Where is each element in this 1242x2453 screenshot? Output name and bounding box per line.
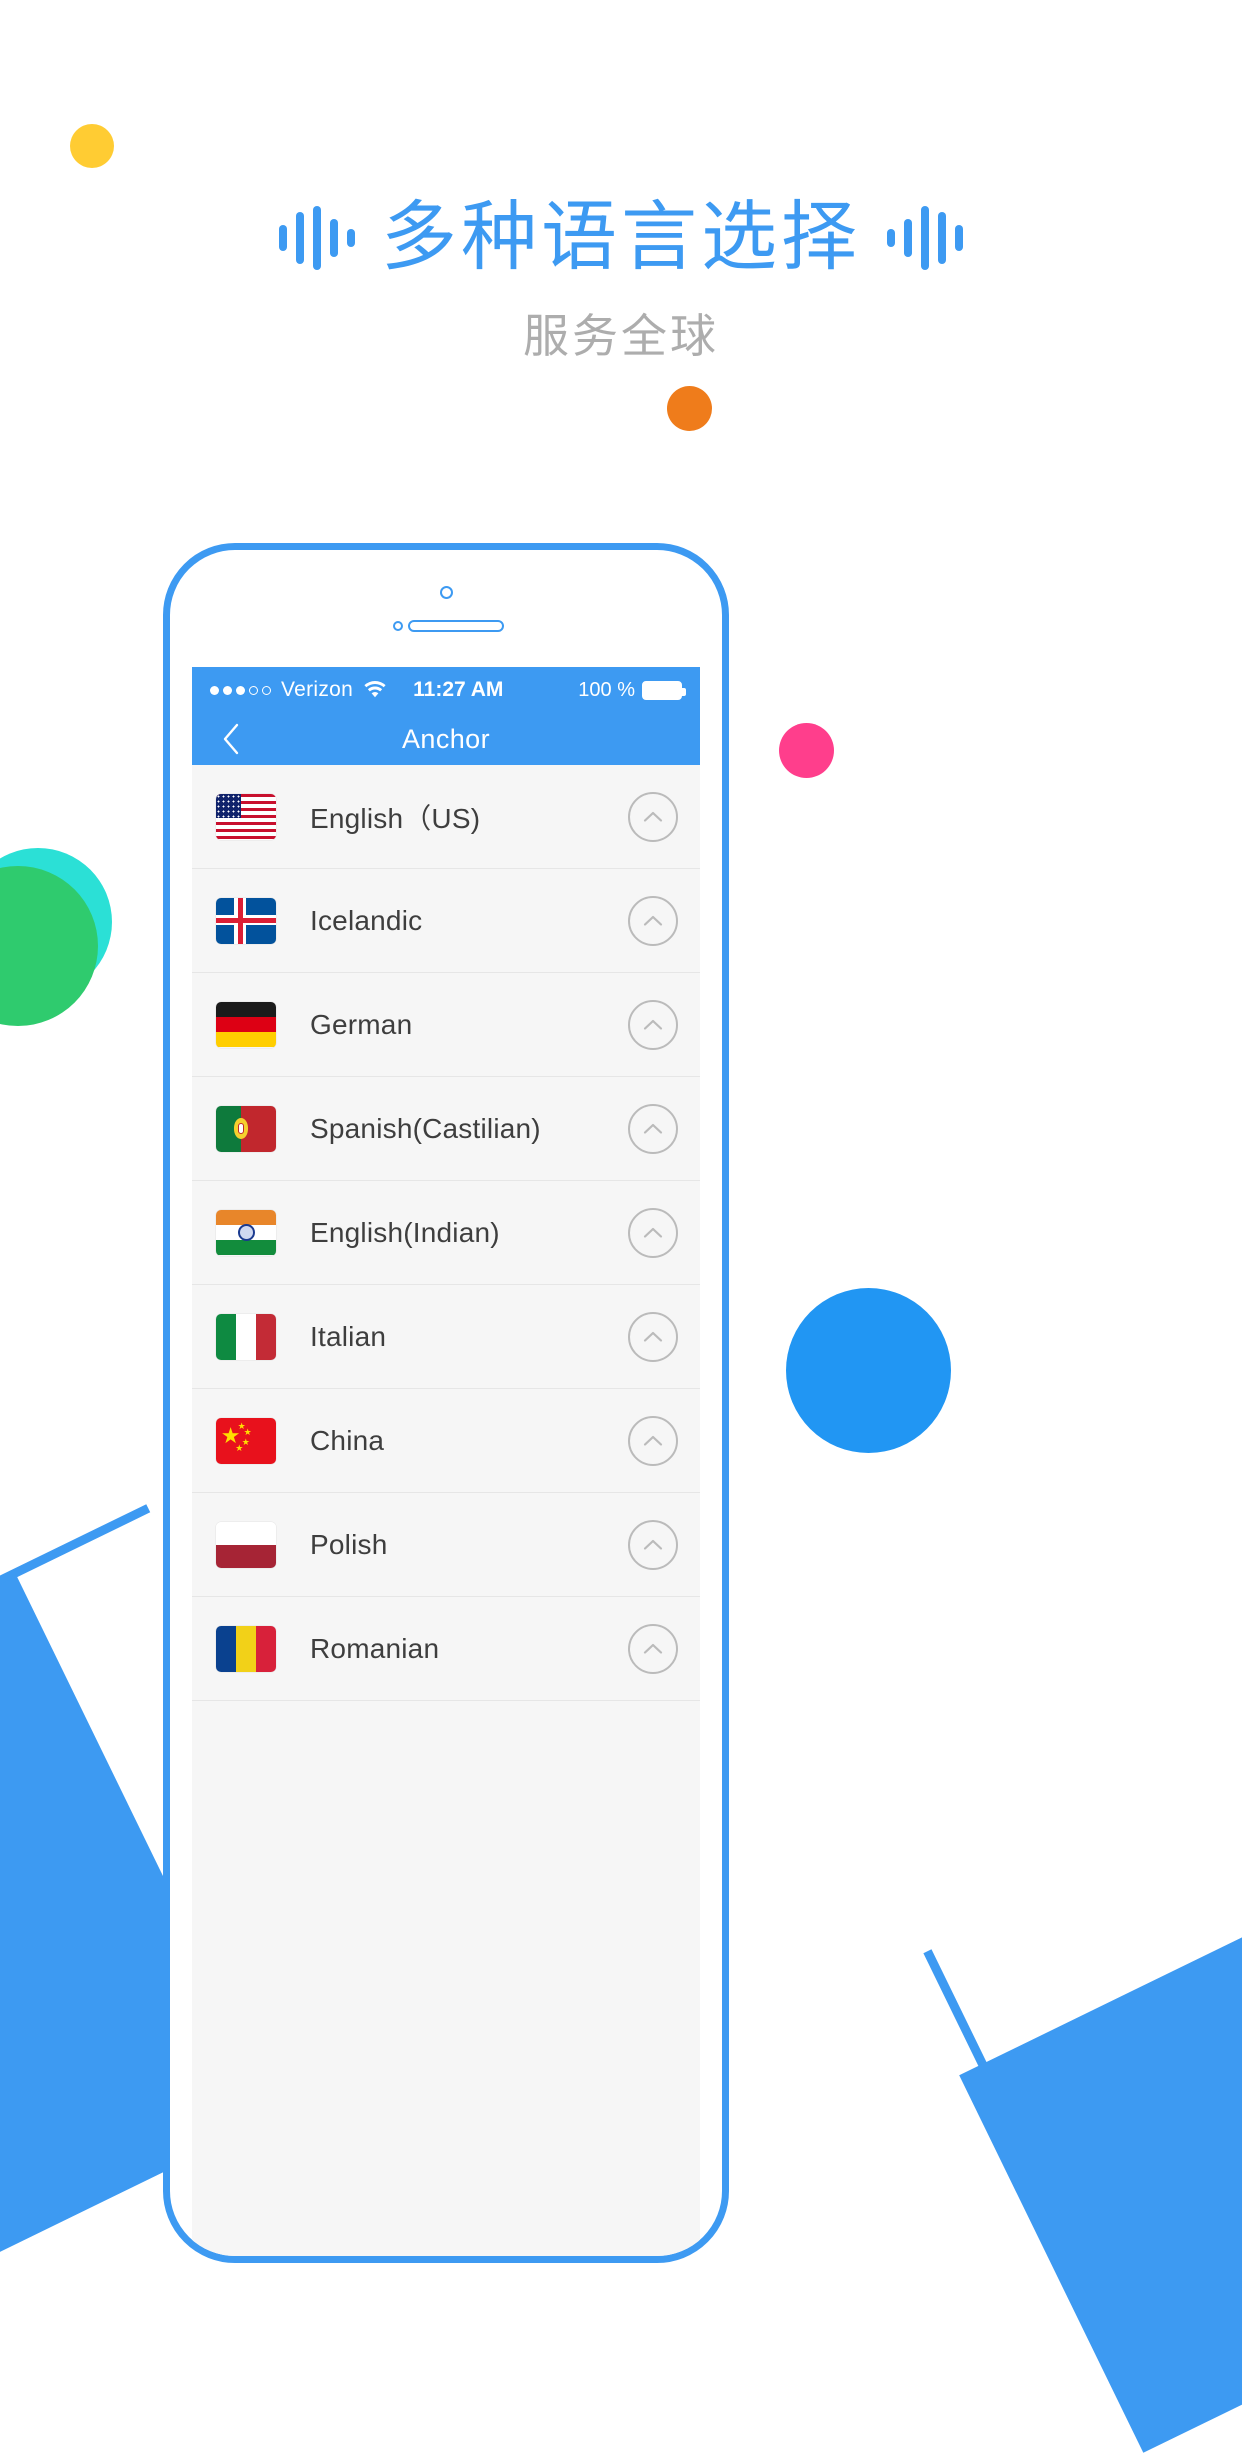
- flag-united-states-icon: [216, 793, 276, 840]
- list-item-icelandic[interactable]: Icelandic: [192, 869, 700, 973]
- language-label: English(Indian): [310, 1216, 500, 1248]
- back-button[interactable]: [208, 713, 254, 765]
- status-bar: Verizon 11:27 AM 100 %: [192, 667, 700, 713]
- list-item-english-us[interactable]: English（US): [192, 765, 700, 869]
- language-label: Italian: [310, 1320, 387, 1352]
- list-item-german[interactable]: German: [192, 973, 700, 1077]
- nav-bar: Anchor: [192, 713, 700, 765]
- yellow-dot: [70, 124, 114, 168]
- list-item-english-indian[interactable]: English(Indian): [192, 1181, 700, 1285]
- bars-decoration-right: [887, 206, 963, 270]
- flag-iceland-icon: [216, 897, 276, 944]
- language-label: Spanish(Castilian): [310, 1112, 541, 1144]
- chevron-up-circle-icon[interactable]: [628, 1207, 678, 1258]
- phone-proximity-sensor-icon: [393, 621, 403, 631]
- flag-portugal-icon: [216, 1105, 276, 1152]
- headline-row: 多种语言选择: [0, 200, 1242, 276]
- battery-percent-label: 100 %: [578, 678, 635, 701]
- page-subtitle: 服务全球: [523, 310, 719, 362]
- list-item-spanish-castilian[interactable]: Spanish(Castilian): [192, 1077, 700, 1181]
- bars-decoration-left: [279, 206, 355, 270]
- flag-italy-icon: [216, 1313, 276, 1360]
- language-label: Romanian: [310, 1632, 440, 1664]
- chevron-up-circle-icon[interactable]: [628, 791, 678, 842]
- flag-china-icon: ★ ★ ★ ★ ★: [216, 1417, 276, 1464]
- carrier-label: Verizon: [281, 678, 354, 701]
- bottom-right-accent-shape: [959, 1891, 1242, 2453]
- chevron-up-circle-icon[interactable]: [628, 1103, 678, 1154]
- flag-romania-icon: [216, 1625, 276, 1672]
- language-list[interactable]: English（US) Icelandic German Spanish(Cas…: [192, 765, 700, 1701]
- language-label: English（US): [310, 802, 481, 834]
- language-label: German: [310, 1008, 413, 1040]
- list-item-polish[interactable]: Polish: [192, 1493, 700, 1597]
- phone-screen: Verizon 11:27 AM 100 % Anchor English（US…: [192, 667, 700, 2256]
- orange-dot: [667, 386, 712, 431]
- phone-front-camera-icon: [440, 586, 453, 599]
- flag-germany-icon: [216, 1001, 276, 1048]
- chevron-up-circle-icon[interactable]: [628, 1415, 678, 1466]
- chevron-left-icon: [221, 723, 241, 755]
- blue-dot: [786, 1288, 951, 1453]
- pink-dot: [779, 723, 834, 778]
- flag-poland-icon: [216, 1521, 276, 1568]
- phone-earpiece-speaker: [408, 620, 504, 632]
- phone-mockup: Verizon 11:27 AM 100 % Anchor English（US…: [163, 543, 729, 2263]
- chevron-up-circle-icon[interactable]: [628, 895, 678, 946]
- nav-title: Anchor: [402, 723, 490, 754]
- language-label: China: [310, 1424, 385, 1456]
- list-item-china[interactable]: ★ ★ ★ ★ ★ China: [192, 1389, 700, 1493]
- list-item-romanian[interactable]: Romanian: [192, 1597, 700, 1701]
- language-label: Polish: [310, 1528, 388, 1560]
- list-item-italian[interactable]: Italian: [192, 1285, 700, 1389]
- battery-full-icon: [642, 680, 686, 700]
- chevron-up-circle-icon[interactable]: [628, 1623, 678, 1674]
- status-bar-right-group: 100 %: [578, 678, 686, 702]
- chevron-up-circle-icon[interactable]: [628, 1311, 678, 1362]
- wifi-icon: [363, 681, 387, 699]
- language-label: Icelandic: [310, 904, 423, 936]
- signal-strength-icon: [210, 685, 271, 695]
- chevron-up-circle-icon[interactable]: [628, 999, 678, 1050]
- page-title: 多种语言选择: [381, 195, 861, 280]
- chevron-up-circle-icon[interactable]: [628, 1519, 678, 1570]
- flag-india-icon: [216, 1209, 276, 1256]
- clock-label: 11:27 AM: [413, 678, 504, 701]
